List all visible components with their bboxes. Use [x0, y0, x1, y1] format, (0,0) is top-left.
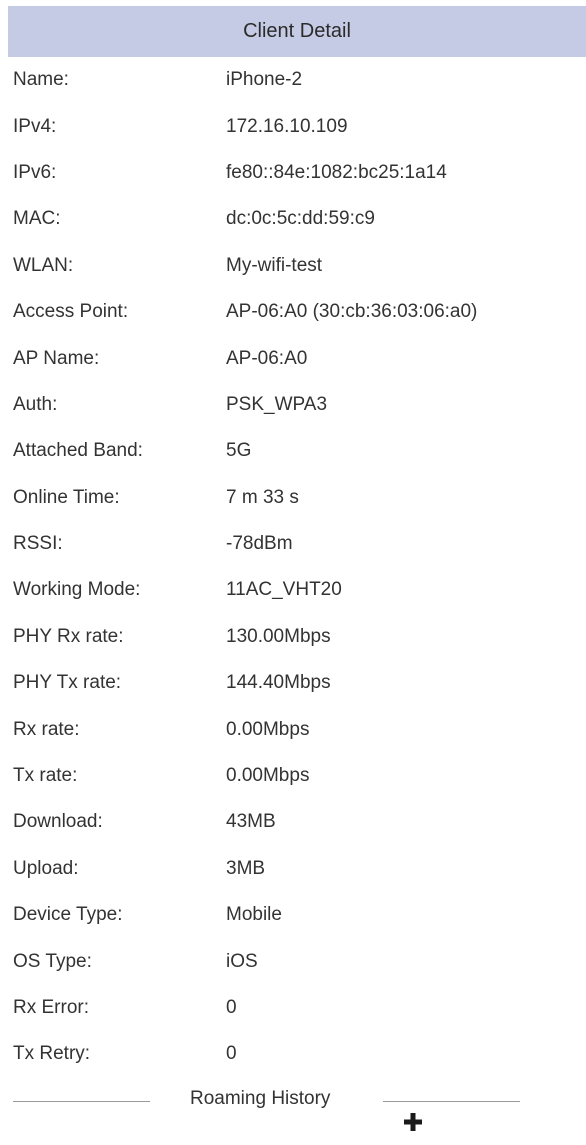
detail-value: fe80::84e:1082:bc25:1a14 — [226, 161, 447, 183]
detail-label: Name: — [13, 69, 69, 91]
detail-label: IPv4: — [13, 115, 57, 137]
detail-value: -78dBm — [226, 533, 293, 555]
detail-label: IPv6: — [13, 161, 57, 183]
detail-label: Tx Retry: — [13, 1043, 91, 1065]
detail-value: 0 — [226, 1043, 237, 1065]
detail-value: 130.00Mbps — [226, 625, 331, 647]
detail-value: dc:0c:5c:dd:59:c9 — [226, 208, 375, 230]
detail-value: 144.40Mbps — [226, 672, 331, 694]
detail-value: AP-06:A0 — [226, 347, 308, 369]
detail-value: iOS — [226, 950, 258, 972]
detail-label: Access Point: — [13, 301, 129, 323]
detail-value: Mobile — [226, 904, 282, 926]
detail-row-name: Name: iPhone-2 — [0, 57, 586, 103]
detail-row-tx-retry: Tx Retry: 0 — [0, 1031, 586, 1077]
detail-list: Name: iPhone-2 IPv4: 172.16.10.109 IPv6:… — [0, 57, 586, 1078]
detail-value: 172.16.10.109 — [226, 115, 348, 137]
plus-icon — [404, 1113, 422, 1131]
detail-value: 0.00Mbps — [226, 765, 310, 787]
detail-row-attached-band: Attached Band: 5G — [0, 428, 586, 474]
detail-label: Attached Band: — [13, 440, 143, 462]
detail-value: PSK_WPA3 — [226, 393, 328, 415]
detail-row-ipv4: IPv4: 172.16.10.109 — [0, 103, 586, 149]
detail-value: 0.00Mbps — [226, 718, 310, 740]
detail-label: Rx Error: — [13, 997, 89, 1018]
detail-label: Working Mode: — [13, 579, 141, 601]
detail-value: 7 m 33 s — [226, 486, 299, 508]
roaming-history-expand-button[interactable] — [399, 1108, 427, 1136]
detail-value: My-wifi-test — [226, 254, 323, 276]
detail-label: Download: — [13, 811, 103, 833]
detail-label: RSSI: — [13, 533, 63, 555]
detail-value: AP-06:A0 (30:cb:36:03:06:a0) — [226, 301, 478, 323]
detail-label: Online Time: — [13, 486, 120, 508]
detail-row-rx-rate: Rx rate: 0.00Mbps — [0, 706, 586, 752]
detail-label: MAC: — [13, 208, 61, 230]
detail-value: 11AC_VHT20 — [226, 579, 342, 601]
detail-label: AP Name: — [13, 347, 100, 369]
detail-row-access-point: Access Point: AP-06:A0 (30:cb:36:03:06:a… — [0, 289, 586, 335]
detail-label: Tx rate: — [13, 765, 78, 787]
detail-row-mac: MAC: dc:0c:5c:dd:59:c9 — [0, 196, 586, 242]
detail-row-device-type: Device Type: Mobile — [0, 892, 586, 938]
detail-row-ipv6: IPv6: fe80::84e:1082:bc25:1a14 — [0, 150, 586, 196]
detail-row-phy-tx-rate: PHY Tx rate: 144.40Mbps — [0, 660, 586, 706]
detail-value: 0 — [226, 997, 237, 1018]
detail-row-download: Download: 43MB — [0, 799, 586, 845]
detail-value: 3MB — [226, 857, 266, 879]
client-detail-panel: Client Detail Name: iPhone-2 IPv4: 172.1… — [0, 0, 586, 1145]
detail-row-rx-error: Rx Error: 0 — [0, 985, 586, 1031]
detail-value: 5G — [226, 440, 252, 462]
detail-row-os-type: OS Type: iOS — [0, 938, 586, 984]
divider-right — [383, 1101, 520, 1102]
detail-row-working-mode: Working Mode: 11AC_VHT20 — [0, 567, 586, 613]
detail-label: PHY Tx rate: — [13, 672, 122, 694]
client-detail-header: Client Detail — [8, 6, 586, 57]
detail-row-tx-rate: Tx rate: 0.00Mbps — [0, 753, 586, 799]
divider-left — [13, 1101, 150, 1102]
detail-label: Upload: — [13, 857, 79, 879]
detail-label: OS Type: — [13, 950, 92, 972]
detail-value: iPhone-2 — [226, 69, 303, 91]
detail-row-rssi: RSSI: -78dBm — [0, 521, 586, 567]
detail-row-online-time: Online Time: 7 m 33 s — [0, 475, 586, 521]
detail-row-auth: Auth: PSK_WPA3 — [0, 382, 586, 428]
detail-row-upload: Upload: 3MB — [0, 846, 586, 892]
detail-row-ap-name: AP Name: AP-06:A0 — [0, 335, 586, 381]
detail-row-phy-rx-rate: PHY Rx rate: 130.00Mbps — [0, 614, 586, 660]
detail-label: WLAN: — [13, 254, 74, 276]
detail-label: Auth: — [13, 393, 58, 415]
roaming-history-section: Roaming History — [0, 1080, 586, 1140]
detail-value: 43MB — [226, 811, 276, 833]
detail-label: PHY Rx rate: — [13, 625, 124, 647]
detail-label: Device Type: — [13, 904, 123, 926]
detail-label: Rx rate: — [13, 718, 80, 740]
panel-title: Client Detail — [243, 20, 351, 42]
roaming-history-title: Roaming History — [190, 1088, 331, 1109]
detail-row-wlan: WLAN: My-wifi-test — [0, 243, 586, 289]
